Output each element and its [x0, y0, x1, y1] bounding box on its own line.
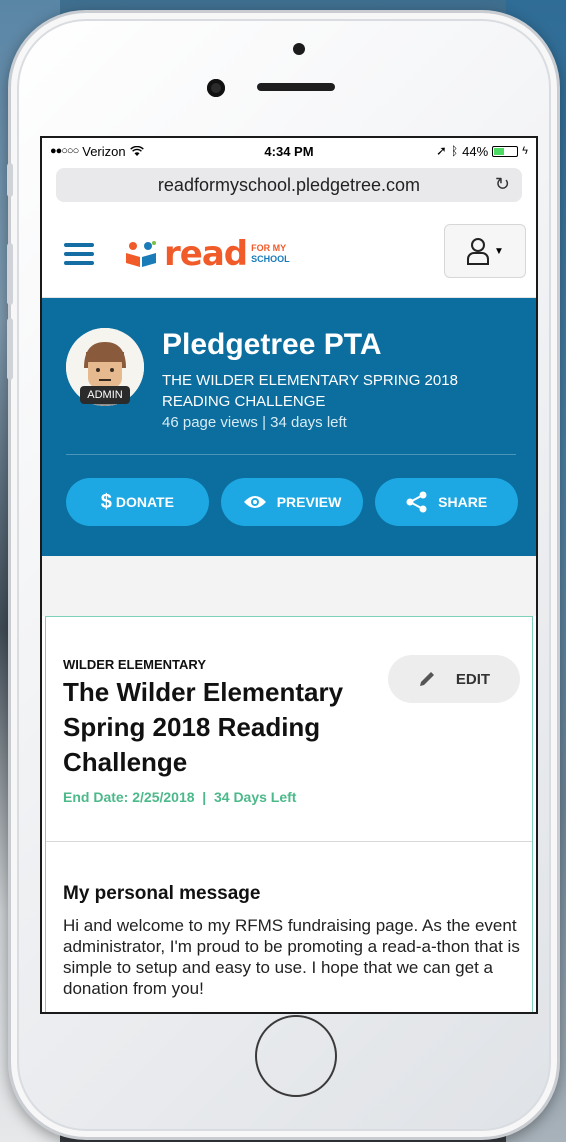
logo-subtext: FOR MY SCHOOL: [251, 243, 290, 265]
battery-level: [494, 147, 504, 155]
edit-button[interactable]: EDIT: [388, 655, 520, 703]
message-heading: My personal message: [63, 883, 261, 904]
caret-down-icon: ▼: [494, 245, 504, 257]
proximity-sensor: [293, 43, 305, 55]
edit-label: EDIT: [455, 670, 491, 688]
battery-icon: [492, 145, 519, 157]
share-icon: [406, 491, 427, 513]
share-button[interactable]: SHARE: [375, 478, 519, 526]
banner-divider: [66, 454, 516, 455]
browser-bar: readformyschool.pledgetree.com ↻: [42, 164, 536, 210]
share-label: SHARE: [438, 494, 488, 510]
eye-icon: [243, 496, 266, 508]
logo-sub-line1: FOR MY: [251, 242, 287, 253]
reading-kids-logo-icon: [126, 240, 156, 267]
front-camera: [207, 79, 225, 97]
campaign-card: WILDER ELEMENTARY The Wilder Elementary …: [45, 616, 533, 1012]
logo-wordmark: read: [164, 233, 248, 274]
admin-badge: ADMIN: [80, 386, 130, 404]
carrier-name: Verizon: [82, 143, 126, 159]
mute-switch: [7, 163, 13, 197]
charging-icon: ϟ: [522, 145, 528, 157]
battery-percent: 44%: [462, 143, 489, 159]
user-icon: [467, 238, 490, 265]
site-logo[interactable]: read FOR MY SCHOOL: [124, 234, 290, 274]
location-arrow-icon: ➚: [436, 143, 447, 158]
signal-strength-icon: ●●○○○: [50, 145, 79, 157]
organization-name: Pledgetree PTA: [162, 328, 382, 361]
message-body: Hi and welcome to my RFMS fundraising pa…: [63, 916, 520, 998]
volume-down-button: [7, 318, 13, 380]
phone-screen: ●●○○○ Verizon 4:34 PM ➚ ᛒ 44% ϟ readform…: [40, 136, 538, 1014]
reload-icon[interactable]: ↻: [495, 174, 510, 195]
volume-up-button: [7, 243, 13, 305]
wifi-icon: [129, 145, 144, 156]
menu-icon[interactable]: [64, 242, 94, 265]
site-header: read FOR MY SCHOOL ▼: [42, 210, 536, 298]
dollar-icon: $: [100, 490, 112, 513]
earpiece-speaker: [257, 83, 335, 91]
banner-actions: $ DONATE PREVIEW SHARE: [66, 478, 519, 526]
section-gap: [42, 556, 536, 616]
donate-button[interactable]: $ DONATE: [66, 478, 209, 526]
home-button[interactable]: [255, 1015, 337, 1097]
pencil-icon: [419, 672, 434, 686]
campaign-title: THE WILDER ELEMENTARY SPRING 2018 READIN…: [162, 372, 458, 410]
card-title: The Wilder Elementary Spring 2018 Readin…: [63, 677, 344, 777]
school-name: WILDER ELEMENTARY: [63, 657, 206, 672]
campaign-banner: ADMIN Pledgetree PTA THE WILDER ELEMENTA…: [42, 298, 536, 556]
url-text: readformyschool.pledgetree.com: [157, 174, 421, 195]
bluetooth-icon: ᛒ: [450, 144, 459, 158]
logo-sub-line2: SCHOOL: [251, 253, 290, 264]
campaign-stats: 46 page views | 34 days left: [162, 414, 347, 431]
card-divider: [46, 841, 532, 842]
account-menu-button[interactable]: ▼: [444, 224, 526, 278]
donate-label: DONATE: [115, 494, 174, 510]
preview-label: PREVIEW: [276, 494, 342, 510]
preview-button[interactable]: PREVIEW: [220, 478, 364, 526]
address-bar[interactable]: readformyschool.pledgetree.com ↻: [56, 168, 522, 202]
end-date: End Date: 2/25/2018 | 34 Days Left: [63, 789, 297, 805]
status-bar: ●●○○○ Verizon 4:34 PM ➚ ᛒ 44% ϟ: [42, 138, 536, 164]
